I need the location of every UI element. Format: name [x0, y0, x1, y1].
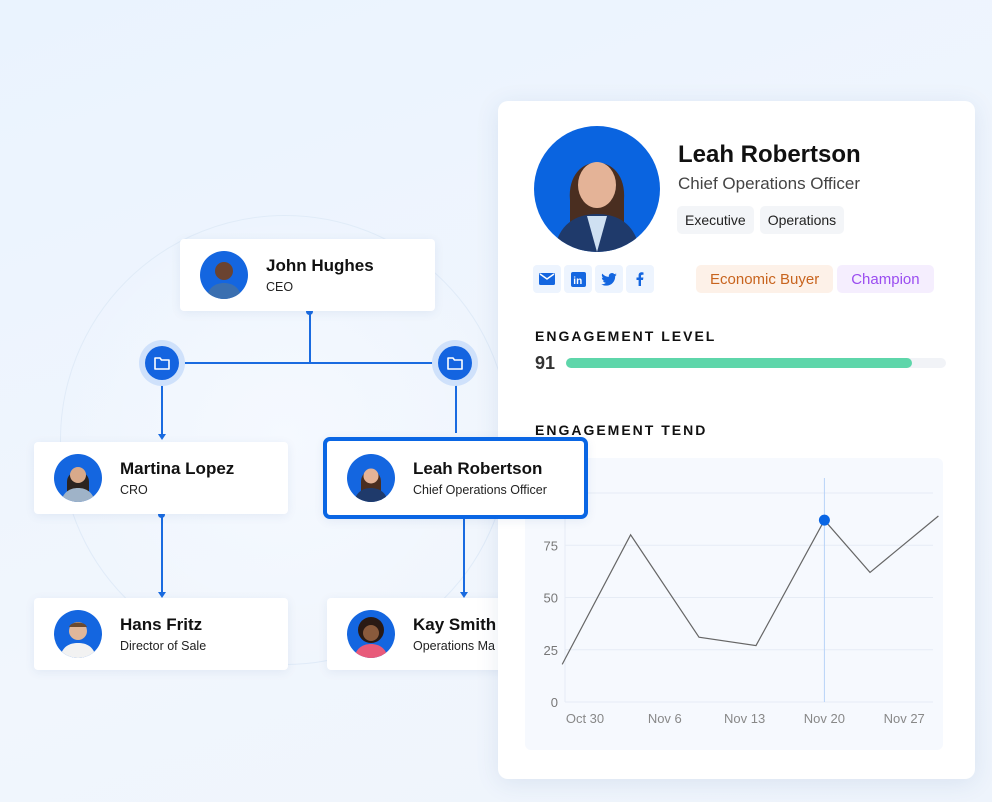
engagement-progress-bar [566, 358, 946, 368]
node-role: Chief Operations Officer [413, 483, 547, 497]
x-tick-label: Nov 20 [804, 711, 845, 726]
node-role: CEO [266, 280, 294, 294]
folder-icon [154, 357, 170, 370]
x-tick-label: Nov 6 [648, 711, 682, 726]
avatar [347, 610, 395, 658]
x-tick-label: Nov 13 [724, 711, 765, 726]
twitter-icon[interactable] [595, 265, 623, 293]
avatar [54, 454, 102, 502]
org-node-hans-fritz[interactable]: Hans Fritz Director of Sale [34, 598, 288, 670]
tag-executive: Executive [677, 206, 754, 234]
profile-avatar [534, 126, 660, 252]
mail-icon[interactable] [533, 265, 561, 293]
folder-icon [447, 357, 463, 370]
y-tick-label: 50 [544, 591, 558, 606]
highlighted-point [818, 514, 830, 526]
node-role: Operations Ma [413, 639, 495, 653]
svg-text:in: in [573, 276, 582, 287]
engagement-trend-heading: ENGAGEMENT TEND [535, 422, 708, 438]
y-tick-label: 25 [544, 643, 558, 658]
profile-title: Chief Operations Officer [678, 174, 861, 193]
y-tick-label: 0 [551, 695, 558, 710]
arrow-icon [158, 434, 166, 440]
engagement-level-value: 91 [535, 353, 556, 373]
node-name: Leah Robertson [413, 459, 543, 478]
role-badge-economic-buyer: Economic Buyer [696, 265, 834, 293]
x-tick-label: Nov 27 [884, 711, 925, 726]
y-tick-label: 75 [544, 538, 558, 553]
connector-line [309, 311, 311, 363]
node-role: Director of Sale [120, 639, 207, 653]
org-node-martina-lopez[interactable]: Martina Lopez CRO [34, 442, 288, 514]
connector-line [463, 514, 465, 594]
node-name: Martina Lopez [120, 459, 235, 478]
linkedin-icon[interactable]: in [564, 265, 592, 293]
engagement-level-heading: ENGAGEMENT LEVEL [535, 328, 717, 344]
node-name: John Hughes [266, 256, 374, 275]
role-badge-champion: Champion [837, 265, 934, 293]
folder-button[interactable] [139, 340, 185, 386]
trend-line [561, 515, 939, 665]
connector-line [161, 514, 163, 594]
x-tick-label: Oct 30 [566, 711, 604, 726]
node-role: CRO [120, 483, 148, 497]
facebook-icon[interactable] [626, 265, 654, 293]
profile-name: Leah Robertson [678, 141, 861, 168]
node-name: Hans Fritz [120, 615, 203, 634]
avatar [200, 251, 248, 299]
org-node-leah-robertson-selected[interactable]: Leah Robertson Chief Operations Officer [323, 437, 588, 519]
tag-operations: Operations [759, 206, 845, 234]
engagement-progress-fill [566, 358, 912, 368]
folder-button[interactable] [432, 340, 478, 386]
org-node-john-hughes[interactable]: John Hughes CEO [180, 239, 435, 311]
node-name: Kay Smith [413, 615, 497, 634]
connector-line [162, 362, 455, 364]
avatar [347, 454, 395, 502]
avatar [54, 610, 102, 658]
